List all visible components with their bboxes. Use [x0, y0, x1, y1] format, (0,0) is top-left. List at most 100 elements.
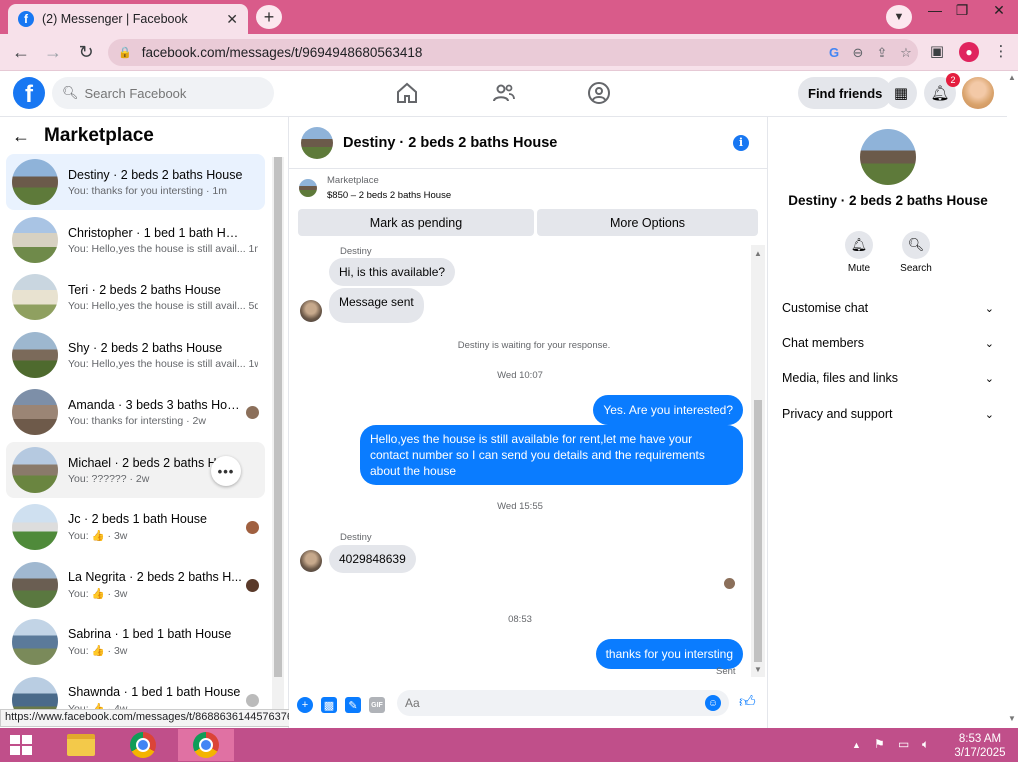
contact-name: Destiny · 2 beds 2 baths House — [788, 193, 988, 208]
scroll-up-icon[interactable]: ▲ — [1008, 73, 1016, 82]
tab-search-button[interactable]: ▼ — [886, 5, 912, 29]
browser-menu-icon[interactable]: ⋮ — [990, 42, 1012, 60]
facebook-search[interactable]: 🔍︎ — [52, 77, 274, 109]
conversation-avatar — [12, 332, 58, 378]
listing-label: Marketplace — [327, 175, 379, 186]
thumbs-up-icon[interactable]: 👍︎ — [739, 693, 756, 712]
facebook-logo-icon[interactable]: f — [13, 77, 45, 109]
incoming-message[interactable]: 4029848639 — [329, 545, 416, 573]
conversation-item[interactable]: Teri · 2 beds 2 baths House You: Hello,ye… — [6, 269, 265, 325]
network-icon[interactable]: ▭ — [898, 737, 909, 751]
chrome-active-taskbar-icon[interactable] — [178, 729, 234, 761]
bell-icon[interactable]: 🔔︎ — [845, 231, 873, 259]
address-bar[interactable]: 🔒 facebook.com/messages/t/96949486805634… — [108, 39, 918, 66]
contact-avatar[interactable] — [860, 129, 916, 185]
message-scrollbar[interactable]: ▲ ▼ — [751, 245, 765, 677]
forward-icon[interactable]: → — [42, 42, 64, 63]
chrome-taskbar-icon[interactable] — [121, 729, 165, 761]
conversation-item[interactable]: Jc · 2 beds 1 bath House You: 👍 · 3w — [6, 499, 265, 555]
more-options-button[interactable]: More Options — [537, 209, 758, 236]
conversation-item[interactable]: Christopher · 1 bed 1 bath House You: Hel… — [6, 212, 265, 268]
close-tab-icon[interactable]: ✕ — [226, 11, 238, 28]
customise-chat-row[interactable]: Customise chat ⌄ — [782, 301, 994, 315]
scroll-up-icon[interactable]: ▲ — [754, 249, 762, 258]
info-icon[interactable]: i — [733, 134, 749, 151]
outgoing-message[interactable]: Yes. Are you interested? — [593, 395, 743, 425]
sender-name: Destiny — [340, 532, 372, 543]
conversation-preview: You: Hello,yes the house is still avail.… — [68, 242, 258, 255]
google-icon[interactable]: G — [822, 45, 846, 60]
url-text[interactable]: facebook.com/messages/t/9694948680563418 — [142, 45, 822, 60]
file-explorer-taskbar-icon[interactable] — [59, 729, 103, 761]
volume-icon[interactable]: 🔈︎ — [922, 737, 929, 752]
chevron-down-icon: ⌄ — [984, 337, 994, 350]
browser-tab[interactable]: f (2) Messenger | Facebook ✕ — [8, 4, 248, 34]
lock-icon[interactable]: 🔒 — [118, 46, 132, 59]
conversation-item[interactable]: Amanda · 3 beds 3 baths House You: thanks… — [6, 384, 265, 440]
account-avatar[interactable] — [962, 77, 994, 109]
new-tab-button[interactable]: + — [256, 5, 282, 29]
back-icon[interactable]: ← — [10, 42, 32, 63]
outgoing-message[interactable]: Hello,yes the house is still available f… — [360, 425, 743, 485]
message-input[interactable] — [405, 696, 705, 710]
facebook-search-input[interactable] — [84, 85, 265, 101]
scrollbar-thumb[interactable] — [754, 400, 762, 662]
search-icon[interactable]: 🔍︎ — [902, 231, 930, 259]
flag-icon[interactable]: ⚑ — [874, 737, 885, 751]
add-attachment-icon[interactable]: + — [297, 697, 313, 713]
scroll-down-icon[interactable]: ▼ — [1008, 714, 1016, 723]
windows-start-icon[interactable] — [10, 735, 32, 755]
timestamp: 08:53 — [508, 614, 532, 625]
conversation-item[interactable]: Sabrina · 1 bed 1 bath House You: 👍 · 3w — [6, 614, 265, 670]
find-friends-button[interactable]: Find friends — [798, 77, 893, 109]
share-icon[interactable]: ⇪ — [870, 45, 894, 61]
taskbar-clock[interactable]: 8:53 AM 3/17/2025 — [948, 732, 1012, 760]
chat-members-row[interactable]: Chat members ⌄ — [782, 336, 994, 350]
gif-icon[interactable]: GIF — [369, 697, 385, 713]
zoom-icon[interactable]: ⊖ — [846, 45, 870, 61]
sticker-icon[interactable]: ✎ — [345, 697, 361, 713]
incoming-message[interactable]: Message sent — [329, 288, 424, 323]
home-icon[interactable] — [395, 81, 419, 105]
listing-price: $850 – 2 beds 2 baths House — [327, 190, 452, 201]
more-options-icon[interactable]: ••• — [211, 456, 241, 486]
listing-summary[interactable]: Marketplace $850 – 2 beds 2 baths House — [299, 175, 451, 201]
conversation-item[interactable]: Destiny · 2 beds 2 baths House You: thank… — [6, 154, 265, 210]
scrollbar-thumb[interactable] — [274, 157, 282, 677]
chat-avatar[interactable] — [301, 126, 333, 159]
message-composer: + ▩ ✎ GIF ☺ 👍︎ — [289, 687, 767, 723]
chat-panel: Destiny · 2 beds 2 baths House i Marketp… — [289, 117, 767, 728]
conversation-item[interactable]: Shy · 2 beds 2 baths House You: Hello,yes… — [6, 327, 265, 383]
reload-icon[interactable]: ↻ — [75, 42, 97, 63]
windows-taskbar: ▲ ⚑ ▭ 🔈︎ 8:53 AM 3/17/2025 — [0, 728, 1018, 762]
profile-avatar-icon[interactable]: ● — [958, 42, 980, 62]
chrome-icon — [130, 732, 156, 758]
message-input-wrap[interactable]: ☺ — [397, 690, 729, 716]
privacy-support-row[interactable]: Privacy and support ⌄ — [782, 407, 994, 421]
chat-title[interactable]: Destiny · 2 beds 2 baths House — [343, 135, 733, 151]
mark-as-pending-button[interactable]: Mark as pending — [298, 209, 534, 236]
scroll-down-icon[interactable]: ▼ — [754, 665, 762, 674]
chrome-icon — [193, 732, 219, 758]
menu-grid-icon[interactable]: ▦ — [885, 77, 917, 109]
close-window-icon[interactable]: ✕ — [984, 2, 1014, 19]
conversation-item[interactable]: Michael · 2 beds 2 baths House You: ?????… — [6, 442, 265, 498]
restore-window-icon[interactable]: ❐ — [947, 2, 977, 19]
minimize-window-icon[interactable]: — — [920, 2, 950, 18]
groups-icon[interactable] — [587, 81, 611, 105]
bookmark-star-icon[interactable]: ☆ — [894, 45, 918, 61]
mute-action[interactable]: 🔔︎ Mute — [834, 231, 884, 274]
photo-icon[interactable]: ▩ — [321, 697, 337, 713]
back-arrow-icon[interactable]: ← — [12, 126, 30, 147]
search-action[interactable]: 🔍︎ Search — [891, 231, 941, 274]
sidebar-toggle-icon[interactable]: ▣ — [926, 42, 948, 60]
conversation-list-scrollbar[interactable] — [272, 157, 284, 723]
outgoing-message[interactable]: thanks for you intersting — [595, 639, 743, 669]
tray-expand-icon[interactable]: ▲ — [852, 740, 861, 750]
media-files-links-row[interactable]: Media, files and links ⌄ — [782, 371, 994, 385]
emoji-icon[interactable]: ☺ — [705, 695, 721, 711]
page-scrollbar[interactable]: ▲ ▼ — [1007, 71, 1018, 728]
conversation-item[interactable]: La Negrita · 2 beds 2 baths H... You: 👍 ·… — [6, 557, 265, 613]
friends-icon[interactable] — [492, 81, 516, 105]
incoming-message[interactable]: Hi, is this available? — [329, 258, 456, 286]
